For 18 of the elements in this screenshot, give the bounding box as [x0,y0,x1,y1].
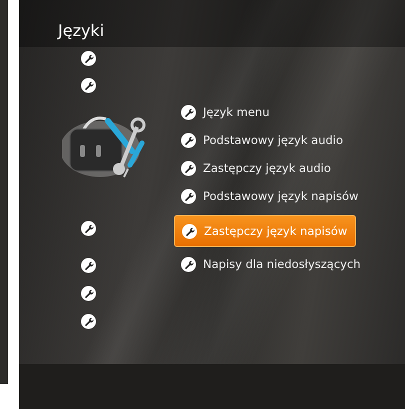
menu-item[interactable]: Zastępczy język audio [174,154,337,182]
wrench-icon [181,160,196,176]
menu-item[interactable]: Język menu [174,98,276,126]
wrench-icon [81,221,96,236]
menu-item[interactable]: Podstawowy język napisów [174,182,364,210]
wrench-icon [81,258,96,273]
wrench-icon [182,224,197,238]
screen-title: Języki [58,21,104,40]
menu-item[interactable]: Podstawowy język audio [174,126,350,154]
wrench-icon [181,256,196,272]
menu-item[interactable]: Napisy dla niedosłyszących [174,250,367,278]
wrench-icon [81,286,96,301]
wrench-icon [81,51,96,66]
wrench-icon [81,314,96,329]
wrench-icon [181,132,196,148]
wrench-icon [181,188,196,204]
wrench-icon [81,78,96,93]
wrench-icon [181,104,196,120]
